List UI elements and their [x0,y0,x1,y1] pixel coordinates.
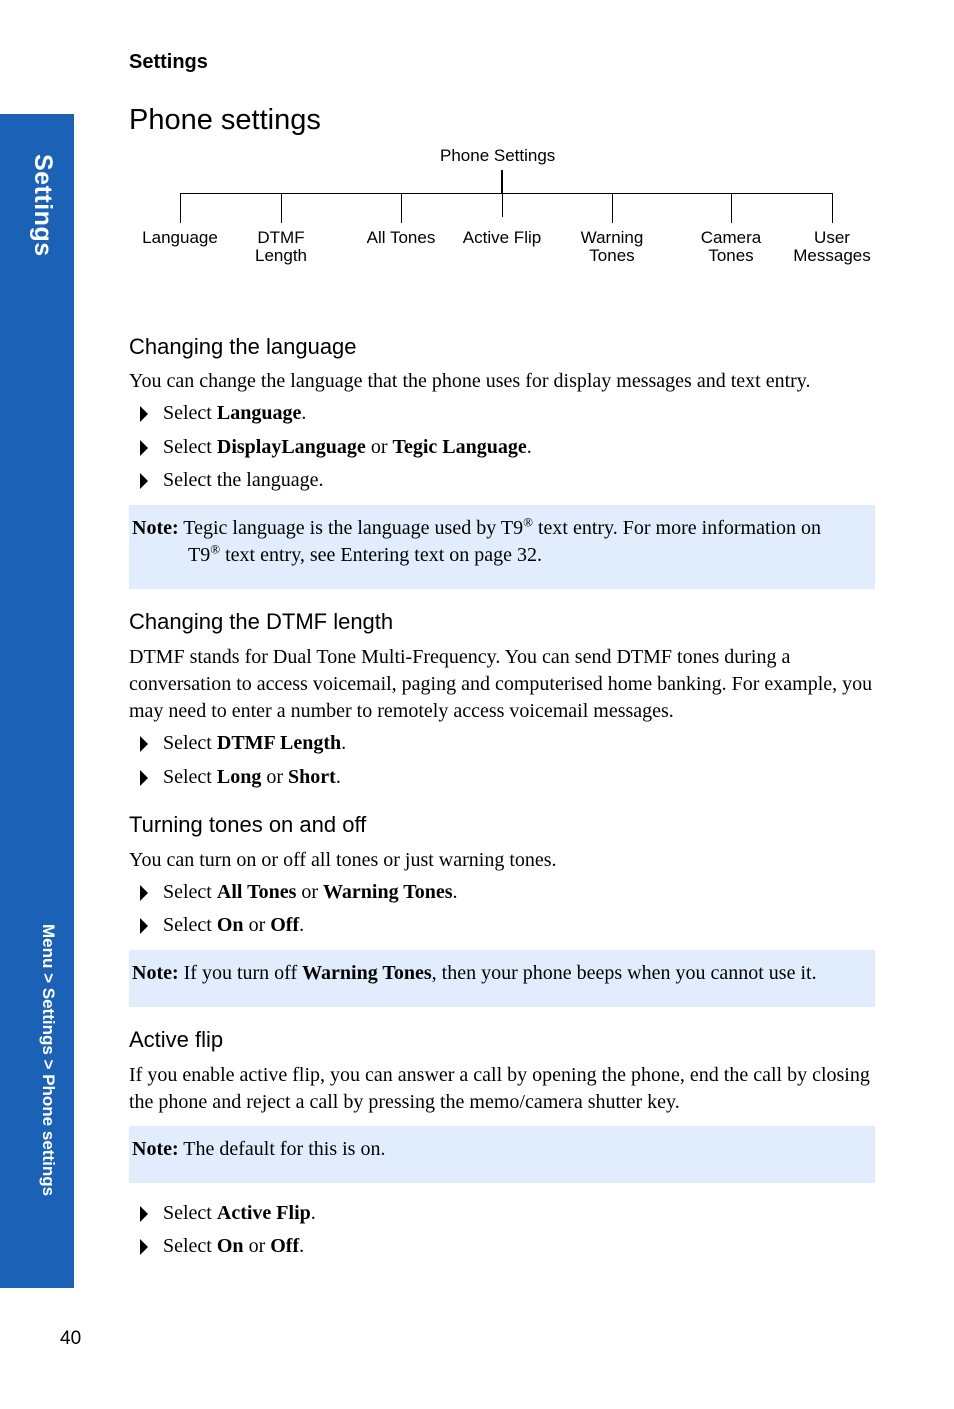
side-tab-breadcrumb: Menu > Settings > Phone settings [39,924,58,1197]
step-item: Select On or Off. [140,914,304,937]
tree-node-label: Warning Tones [580,228,644,265]
step-item: Select Language. [140,402,306,425]
running-head: Settings [129,51,208,73]
step-item: Select DTMF Length. [140,732,346,755]
bullet-arrow-icon [140,472,148,489]
heading-active-flip: Active flip [129,1027,224,1052]
tree-branch-line [401,193,402,223]
bullet-arrow-icon [140,769,148,786]
tree-branch-line [180,193,181,223]
note-box-default: Note: The default for this is on. [129,1126,875,1183]
tones-intro: You can turn on or off all tones or just… [129,849,557,871]
heading-changing-language: Changing the language [129,334,357,359]
tree-branch-line [502,170,503,217]
heading-dtmf-length: Changing the DTMF length [129,609,394,634]
step-item: Select On or Off. [140,1235,304,1258]
tree-node-label: Camera Tones [700,228,762,265]
tree-node-label: User Messages [793,228,871,265]
page-number: 40 [60,1328,82,1349]
side-tab-title: Settings [29,154,57,257]
tree-branch-line [832,193,833,223]
tree-node-label: DTMF Length [255,228,307,265]
tree-root-label: Phone Settings [440,146,556,165]
flip-intro: If you enable active flip, you can answe… [129,1064,870,1113]
bullet-arrow-icon [140,1205,148,1222]
page-title: Phone settings [129,104,321,136]
tree-node-label: Language [142,228,218,247]
tree-node-label: All Tones [366,228,436,247]
step-item: Select All Tones or Warning Tones. [140,881,458,904]
language-intro: You can change the language that the pho… [129,370,811,392]
bullet-arrow-icon [140,735,148,752]
note-box-warning-tones: Note: If you turn off Warning Tones, the… [129,950,875,1007]
step-item: Select the language. [140,469,324,492]
tree-horizontal-bar [180,193,833,194]
settings-tree-diagram: Phone Settings Language DTMF Length All Ton… [120,140,900,280]
bullet-arrow-icon [140,917,148,934]
bullet-arrow-icon [140,1238,148,1255]
side-tab: Settings Menu > Settings > Phone setting… [0,114,74,1288]
step-item: Select Active Flip. [140,1202,316,1225]
bullet-arrow-icon [140,439,148,456]
step-item: Select Long or Short. [140,766,341,789]
tree-branch-line [281,193,282,223]
tree-branch-line [612,193,613,223]
bullet-arrow-icon [140,405,148,422]
tree-node-label: Active Flip [462,228,542,247]
step-item: Select DisplayLanguage or Tegic Language… [140,436,532,459]
heading-tones: Turning tones on and off [129,812,367,837]
tree-branch-line [731,193,732,223]
note-box-tegic: Note: Tegic language is the language use… [129,505,875,589]
dtmf-intro: DTMF stands for Dual Tone Multi-Frequenc… [129,646,873,722]
bullet-arrow-icon [140,884,148,901]
